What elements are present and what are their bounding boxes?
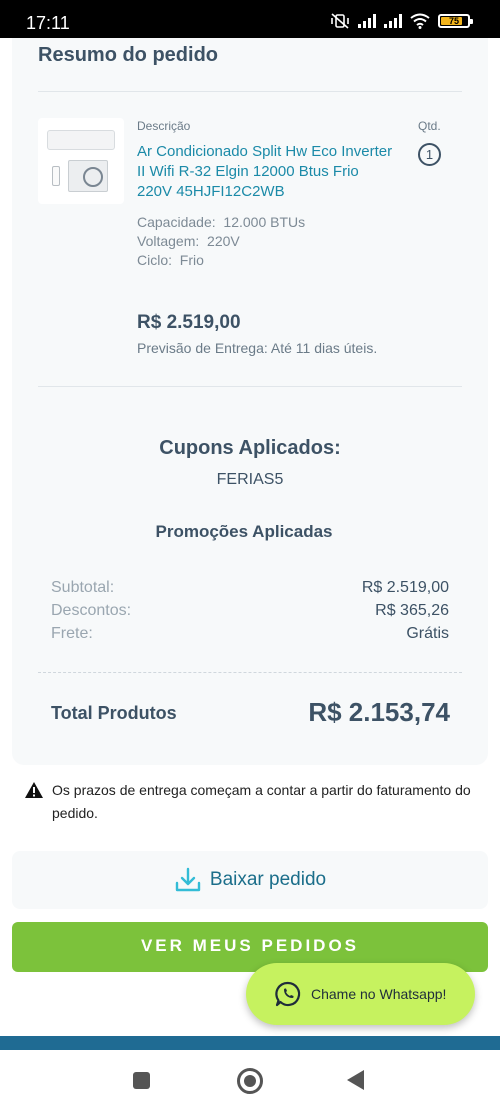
product-image: [38, 118, 124, 204]
product-price: R$ 2.519,00: [137, 312, 241, 333]
subtotal-label: Subtotal:: [51, 579, 115, 596]
status-bar: 17:11 75: [0, 0, 500, 38]
summary-title: Resumo do pedido: [38, 44, 218, 66]
delivery-notice: Os prazos de entrega começam a contar a …: [24, 779, 474, 825]
warning-icon: [25, 782, 43, 798]
whatsapp-icon: [275, 981, 301, 1007]
description-label: Descrição: [137, 119, 191, 133]
signal-icon: [384, 14, 402, 28]
mute-vibrate-icon: [331, 13, 349, 29]
whatsapp-button[interactable]: Chame no Whatsapp!: [246, 963, 475, 1025]
footer-strip: [0, 1036, 500, 1050]
status-time: 17:11: [26, 13, 70, 33]
promotions-title: Promoções Aplicadas: [155, 522, 333, 541]
dashed-divider: [38, 672, 462, 673]
delivery-estimate: Previsão de Entrega: Até 11 dias úteis.: [137, 340, 378, 356]
wifi-icon: [410, 13, 430, 29]
divider: [38, 91, 462, 92]
whatsapp-label: Chame no Whatsapp!: [311, 986, 447, 1002]
spec-label: Voltagem:: [137, 233, 200, 249]
shipping-label: Frete:: [51, 625, 93, 642]
qty-value: 1: [418, 143, 441, 166]
spec-voltage: Voltagem: 220V: [137, 233, 240, 249]
coupons-title: Cupons Aplicados:: [159, 437, 341, 459]
spec-label: Capacidade:: [137, 214, 216, 230]
spec-value: Frio: [179, 252, 204, 268]
shipping-value: Grátis: [406, 625, 449, 642]
download-order-button[interactable]: Baixar pedido: [12, 851, 488, 909]
notice-text: Os prazos de entrega começam a contar a …: [52, 782, 471, 821]
back-icon[interactable]: [347, 1070, 364, 1090]
discounts-value: R$ 365,26: [375, 602, 449, 619]
discounts-label: Descontos:: [51, 602, 132, 619]
divider: [38, 386, 462, 387]
spec-cycle: Ciclo: Frio: [137, 252, 204, 268]
battery-icon: 75: [438, 14, 473, 28]
download-icon: [175, 867, 201, 892]
status-icons: 75: [330, 13, 473, 29]
signal-icon: [358, 14, 376, 28]
spec-value: 12.000 BTUs: [223, 214, 306, 230]
qty-label: Qtd.: [418, 119, 441, 133]
spec-label: Ciclo:: [137, 252, 173, 268]
home-icon[interactable]: [237, 1068, 263, 1094]
recent-apps-icon[interactable]: [133, 1072, 150, 1089]
spec-value: 220V: [207, 233, 240, 249]
battery-level: 75: [448, 16, 459, 26]
product-name-link[interactable]: Ar Condicionado Split Hw Eco Inverter II…: [137, 142, 397, 202]
download-label: Baixar pedido: [209, 869, 327, 890]
system-nav-bar: [0, 1050, 500, 1111]
total-value: R$ 2.153,74: [308, 697, 450, 727]
coupon-code: FERIAS5: [216, 471, 284, 488]
total-label: Total Produtos: [51, 703, 177, 723]
spec-capacity: Capacidade: 12.000 BTUs: [137, 214, 305, 230]
subtotal-value: R$ 2.519,00: [361, 579, 449, 596]
